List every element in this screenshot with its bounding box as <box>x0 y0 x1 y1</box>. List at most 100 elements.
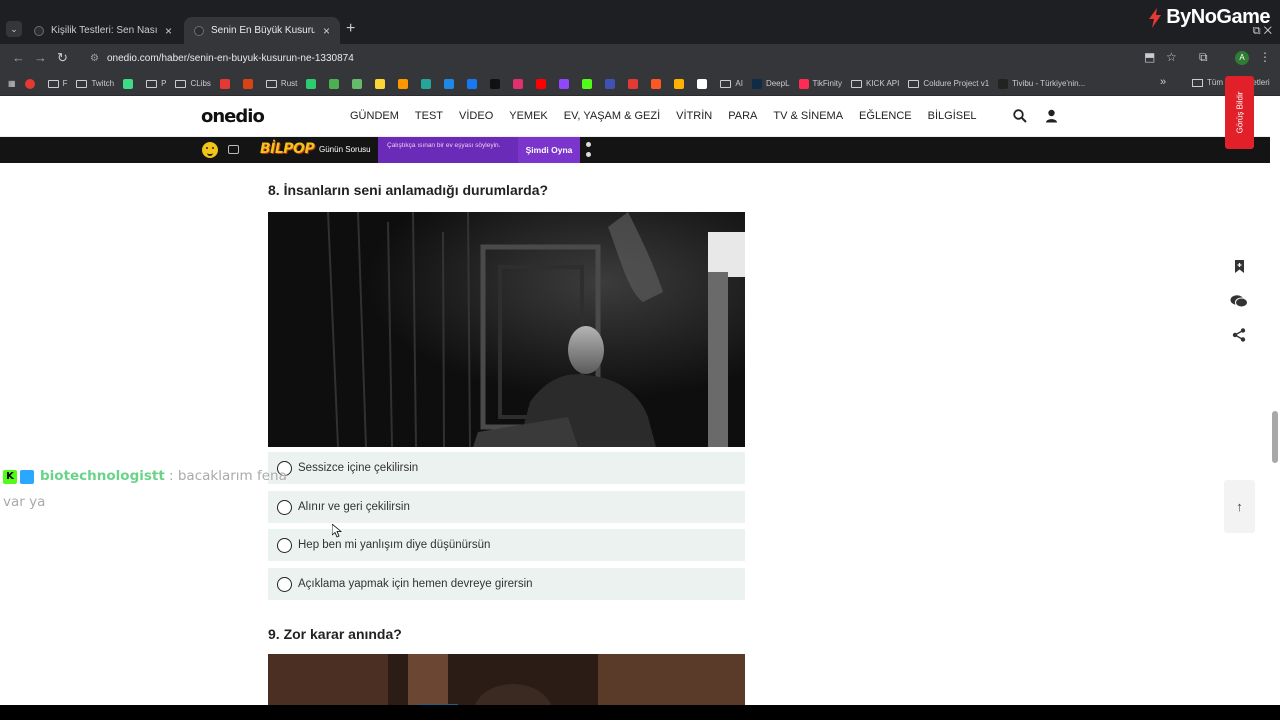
bookmark-item[interactable] <box>605 78 619 89</box>
reload-icon[interactable]: ↻ <box>57 50 68 66</box>
bookmark-item[interactable] <box>467 78 481 89</box>
site-favicon-icon <box>559 78 570 89</box>
install-app-icon[interactable]: ⬒ <box>1144 50 1155 64</box>
bookmark-item[interactable] <box>219 78 234 89</box>
nav-item-ev-yasam-gezi[interactable]: EV, YAŞAM & GEZİ <box>564 110 660 122</box>
play-now-button[interactable]: Şimdi Oyna <box>518 137 580 163</box>
bookmark-item[interactable] <box>490 78 504 89</box>
browser-toolbar: ← → ↻ ⚙ onedio.com/haber/senin-en-buyuk-… <box>0 44 1280 72</box>
profile-avatar[interactable]: A <box>1235 51 1249 65</box>
more-bookmarks-icon[interactable]: » <box>1160 76 1166 88</box>
bookmark-folder[interactable]: KICK API <box>851 79 899 88</box>
nav-item-test[interactable]: TEST <box>415 110 443 122</box>
answer-option-2[interactable]: Alınır ve geri çekilirsin <box>268 491 745 523</box>
search-icon[interactable] <box>1013 109 1027 123</box>
site-favicon-icon <box>697 78 708 89</box>
bookmark-item[interactable] <box>24 78 39 89</box>
close-tab-icon[interactable]: × <box>323 24 330 38</box>
bookmark-folder[interactable]: F <box>47 79 67 88</box>
bookmark-item[interactable] <box>421 78 435 89</box>
bookmark-item[interactable]: DeepL <box>751 78 790 89</box>
page-scrollbar[interactable] <box>1270 96 1280 705</box>
apps-icon[interactable]: ▦ <box>8 79 16 88</box>
browser-tab-2[interactable]: Senin En Büyük Kusurun Ne? - Onedio × <box>184 17 340 44</box>
radio-button[interactable] <box>277 576 292 592</box>
onedio-logo[interactable]: onedio <box>201 106 265 127</box>
bookmark-item[interactable] <box>398 78 412 89</box>
site-favicon-icon <box>352 78 363 89</box>
back-icon[interactable]: ← <box>12 50 25 65</box>
bookmark-item[interactable]: TikFinity <box>798 78 842 89</box>
scroll-to-top-button[interactable]: ↑ <box>1224 480 1255 533</box>
mouse-cursor-icon <box>332 524 342 538</box>
nav-item-para[interactable]: PARA <box>728 110 757 122</box>
close-tab-icon[interactable]: × <box>165 24 172 38</box>
bookmark-item[interactable] <box>559 78 573 89</box>
nav-item-video[interactable]: VİDEO <box>459 110 493 122</box>
site-favicon-icon <box>582 78 593 89</box>
bookmark-icon[interactable] <box>1228 255 1250 277</box>
bookmark-item[interactable] <box>306 78 320 89</box>
bookmark-item[interactable] <box>375 78 389 89</box>
bookmark-folder[interactable]: Coldure Project v1 <box>908 79 989 88</box>
bookmark-folder[interactable]: CLibs <box>175 79 211 88</box>
chat-message: : bacaklarım fena <box>169 468 287 484</box>
nav-item-vitrin[interactable]: VİTRİN <box>676 110 712 122</box>
bynogame-logo-icon <box>1149 7 1162 28</box>
extensions-icon[interactable]: ⧉ <box>1199 50 1208 65</box>
bookmark-item[interactable] <box>628 78 642 89</box>
browser-tab-1[interactable]: Kişilik Testleri: Sen Nasıl Birisin? × <box>24 17 182 44</box>
bookmark-item[interactable] <box>329 78 343 89</box>
answer-option-1[interactable]: Sessizce içine çekilirsin <box>268 452 745 484</box>
bookmark-star-icon[interactable]: ☆ <box>1166 50 1177 64</box>
carousel-dots[interactable] <box>586 142 591 158</box>
bookmark-folder[interactable]: AI <box>720 79 743 88</box>
site-info-icon[interactable]: ⚙ <box>90 53 99 64</box>
bookmark-item[interactable] <box>536 78 550 89</box>
card-icon <box>228 145 239 154</box>
bookmark-folder[interactable]: Twitch <box>76 79 114 88</box>
folder-icon <box>146 79 158 88</box>
user-icon[interactable] <box>1045 109 1058 123</box>
feedback-button[interactable]: Görüş Bildir <box>1225 76 1254 149</box>
address-bar[interactable]: ⚙ onedio.com/haber/senin-en-buyuk-kusuru… <box>80 47 1130 69</box>
nav-item-gundem[interactable]: GÜNDEM <box>350 110 399 122</box>
bookmark-item[interactable] <box>674 78 688 89</box>
window-controls[interactable]: ⧉ ✕ <box>1253 25 1272 38</box>
bookmark-item[interactable] <box>582 78 596 89</box>
comments-icon[interactable] <box>1228 290 1250 312</box>
bookmark-item[interactable] <box>651 78 665 89</box>
feedback-label: Görüş Bildir <box>1235 91 1245 134</box>
site-favicon-icon <box>421 78 432 89</box>
bookmark-item[interactable] <box>513 78 527 89</box>
tab-search-button[interactable]: ⌄ <box>6 21 22 37</box>
radio-button[interactable] <box>277 499 292 515</box>
radio-button[interactable] <box>277 537 292 553</box>
nav-item-eglence[interactable]: EĞLENCE <box>859 110 912 122</box>
bookmark-item[interactable] <box>242 78 257 89</box>
bookmark-item[interactable] <box>352 78 366 89</box>
forward-icon[interactable]: → <box>34 50 47 65</box>
bookmark-item[interactable] <box>123 78 137 89</box>
nav-item-bilgisel[interactable]: BİLGİSEL <box>928 110 977 122</box>
answer-option-4[interactable]: Açıklama yapmak için hemen devreye girer… <box>268 568 745 600</box>
daily-question-text[interactable]: Çalıştıkça ısınan bir ev eşyası söyleyin… <box>378 137 518 163</box>
menu-icon[interactable]: ⋮ <box>1259 50 1271 64</box>
nav-item-tv-sinema[interactable]: TV & SİNEMA <box>773 110 843 122</box>
nav-item-yemek[interactable]: YEMEK <box>509 110 548 122</box>
share-icon[interactable] <box>1228 324 1250 346</box>
question-image <box>268 212 745 447</box>
bilpop-logo[interactable]: BİLPOP <box>260 141 315 157</box>
bookmark-folder[interactable]: P <box>146 79 166 88</box>
bookmark-label: Coldure Project v1 <box>923 79 990 88</box>
folder-icon <box>1192 78 1203 87</box>
bookmark-item[interactable] <box>697 78 711 89</box>
tab-favicon <box>194 25 204 36</box>
scrollbar-thumb[interactable] <box>1272 411 1278 463</box>
new-tab-button[interactable]: + <box>346 20 355 38</box>
site-favicon-icon <box>490 78 501 89</box>
bookmark-item[interactable] <box>444 78 458 89</box>
site-favicon-icon <box>375 78 386 89</box>
bookmark-item[interactable]: Tivibu - Türkiye'nin... <box>998 78 1085 89</box>
bookmark-folder[interactable]: Rust <box>265 79 297 88</box>
